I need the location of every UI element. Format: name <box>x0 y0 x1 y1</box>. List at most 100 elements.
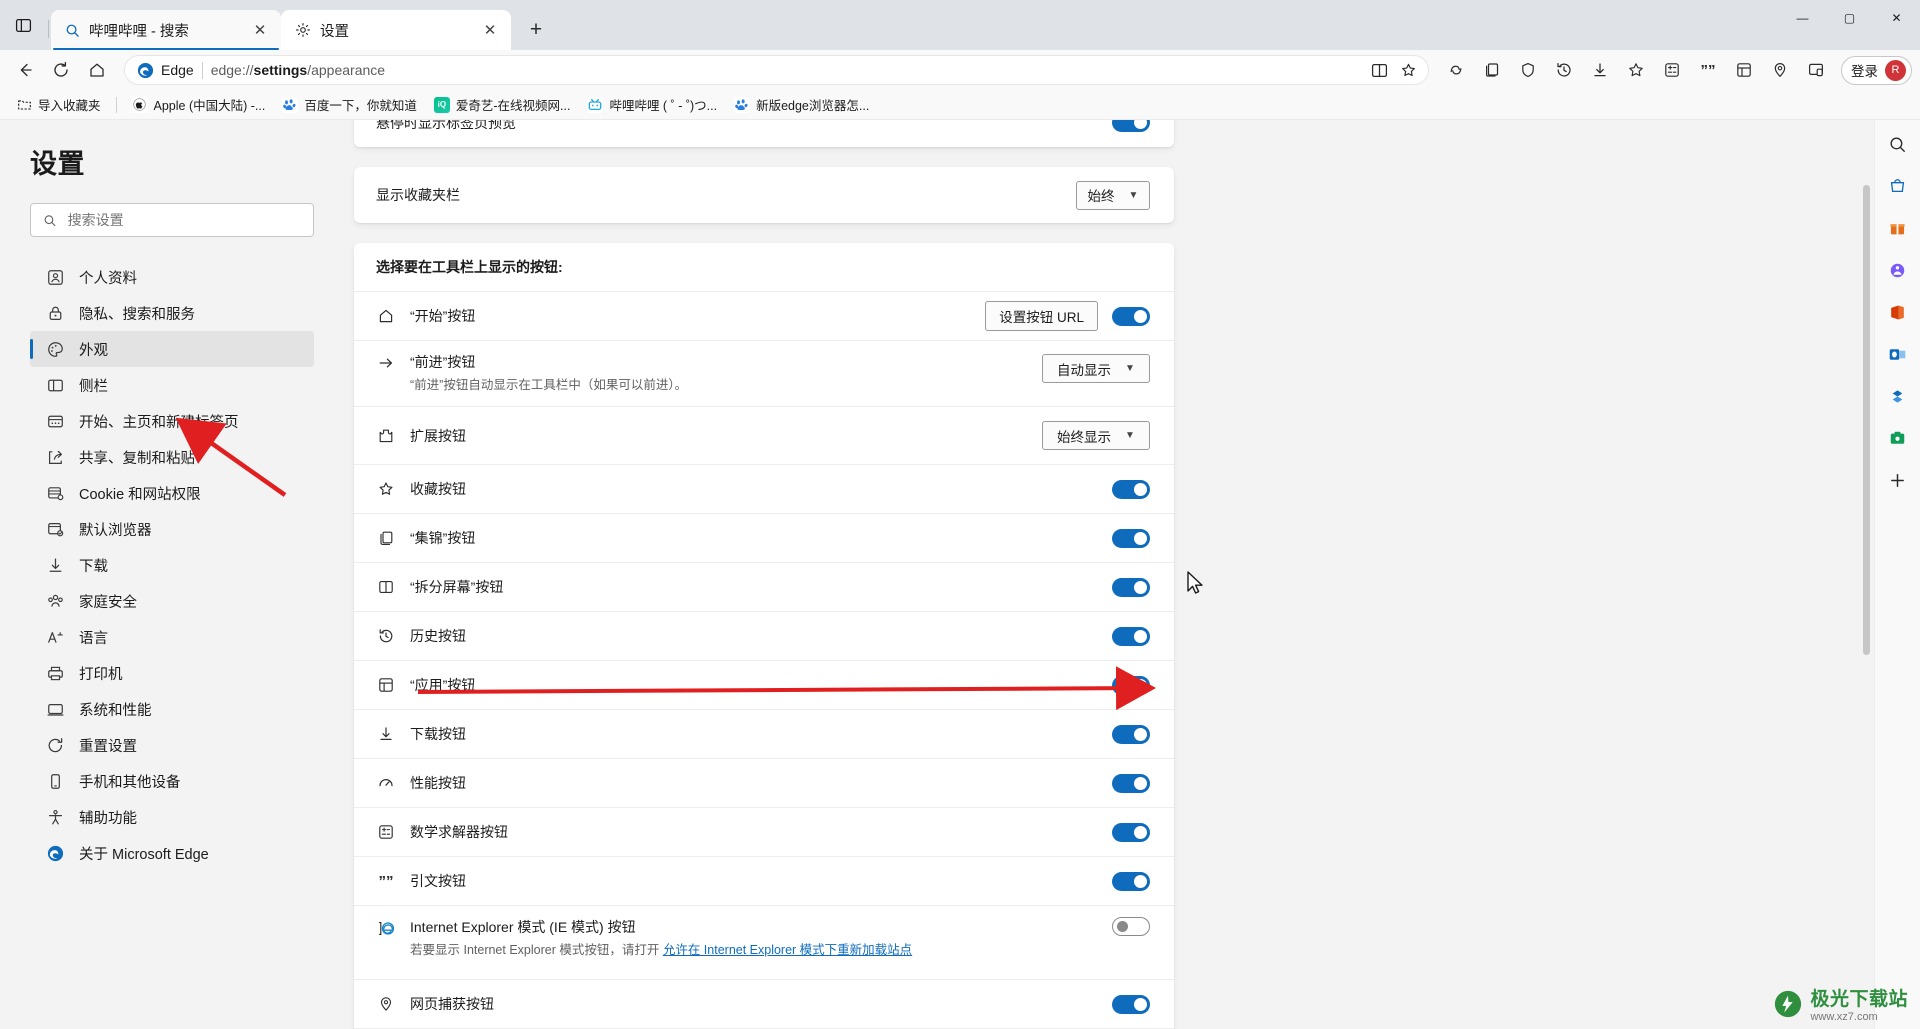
set-button-url-button[interactable]: 设置按钮 URL <box>985 301 1098 331</box>
games-icon[interactable] <box>1882 254 1914 286</box>
back-button[interactable] <box>8 53 42 87</box>
bookmark-import[interactable]: 导入收藏夹 <box>10 92 108 117</box>
dropbox-icon[interactable] <box>1882 380 1914 412</box>
sidebar-item-phone[interactable]: 手机和其他设备 <box>30 763 314 799</box>
sidebar-item-default-browser[interactable]: 默认浏览器 <box>30 511 314 547</box>
history-button[interactable] <box>1547 53 1581 87</box>
collections-button[interactable] <box>1475 53 1509 87</box>
row-apps-button[interactable]: “应用”按钮 <box>354 660 1174 709</box>
math-solver-button[interactable] <box>1655 53 1689 87</box>
copilot-button[interactable] <box>1439 53 1473 87</box>
bookmark-iqiyi[interactable]: iQ 爱奇艺-在线视频网... <box>427 92 578 117</box>
sidebar-item-sidebar[interactable]: 侧栏 <box>30 367 314 403</box>
sidebar-item-startup[interactable]: 开始、主页和新建标签页 <box>30 403 314 439</box>
downloads-button[interactable] <box>1583 53 1617 87</box>
sidebar-item-cookies[interactable]: Cookie 和网站权限 <box>30 475 314 511</box>
refresh-button[interactable] <box>44 53 78 87</box>
sidebar-item-about[interactable]: 关于 Microsoft Edge <box>30 835 314 871</box>
collections-icon <box>1486 63 1499 77</box>
apps-button[interactable] <box>1727 53 1761 87</box>
home-button[interactable] <box>80 53 114 87</box>
section-header-label: 选择要在工具栏上显示的按钮: <box>376 259 563 275</box>
sidebar-item-downloads[interactable]: 下载 <box>30 547 314 583</box>
row-collections-button[interactable]: “集锦”按钮 <box>354 513 1174 562</box>
row-forward-button[interactable]: “前进”按钮 “前进”按钮自动显示在工具栏中（如果可以前进）。 自动显示 ▼ <box>354 340 1174 406</box>
shopping-icon[interactable] <box>1882 170 1914 202</box>
ie-mode-link[interactable]: 允许在 Internet Explorer 模式下重新加载站点 <box>663 943 912 957</box>
toggle-history-button[interactable] <box>1112 626 1150 646</box>
row-favorites-bar[interactable]: 显示收藏夹栏 始终 ▼ <box>354 167 1174 223</box>
citations-button[interactable]: ”” <box>1691 53 1725 87</box>
row-tab-preview[interactable]: 悬停时显示标签页预览 <box>354 120 1174 147</box>
bookmark-edge-howto[interactable]: 新版edge浏览器怎... <box>727 92 876 117</box>
sidebar-item-privacy[interactable]: 隐私、搜索和服务 <box>30 295 314 331</box>
sidebar-item-profile[interactable]: 个人资料 <box>30 259 314 295</box>
tab-close-button[interactable]: ✕ <box>479 19 501 41</box>
toggle-performance-button[interactable] <box>1112 773 1150 793</box>
outlook-icon[interactable] <box>1882 338 1914 370</box>
tab-list-button[interactable] <box>0 0 46 50</box>
sidebar-item-accessibility[interactable]: 辅助功能 <box>30 799 314 835</box>
toggle-citations-button[interactable] <box>1112 871 1150 891</box>
sidebar-item-family-safety[interactable]: 家庭安全 <box>30 583 314 619</box>
toggle-tab-preview[interactable] <box>1112 120 1150 132</box>
bookmark-bilibili[interactable]: 哔哩哔哩 ( ˚ - ˚)つ... <box>580 92 724 117</box>
toggle-favorites-button[interactable] <box>1112 479 1150 499</box>
dropdown-extensions-button[interactable]: 始终显示 ▼ <box>1042 421 1150 450</box>
toggle-collections-button[interactable] <box>1112 528 1150 548</box>
sidebar-item-languages[interactable]: 语言 <box>30 619 314 655</box>
close-button[interactable]: ✕ <box>1873 0 1920 36</box>
office-icon[interactable] <box>1882 296 1914 328</box>
search-icon[interactable] <box>1882 128 1914 160</box>
sidebar-item-system[interactable]: 系统和性能 <box>30 691 314 727</box>
toggle-ie-mode-button[interactable] <box>1112 917 1150 936</box>
row-downloads-button[interactable]: 下载按钮 <box>354 709 1174 758</box>
dropdown-forward-button[interactable]: 自动显示 ▼ <box>1042 354 1150 383</box>
tab-bilibili-search[interactable]: 哔哩哔哩 - 搜索 ✕ <box>51 10 281 50</box>
row-math-solver-button[interactable]: 数学求解器按钮 <box>354 807 1174 856</box>
toggle-web-capture-button[interactable] <box>1112 994 1150 1014</box>
row-extensions-button[interactable]: 扩展按钮 始终显示 ▼ <box>354 406 1174 464</box>
gift-icon[interactable] <box>1882 212 1914 244</box>
sign-in-button[interactable]: 登录 R <box>1841 55 1912 85</box>
address-bar[interactable]: Edge edge://settings/appearance <box>124 55 1429 85</box>
maximize-button[interactable]: ▢ <box>1826 0 1873 36</box>
toggle-downloads-button[interactable] <box>1112 724 1150 744</box>
toggle-split-screen-button[interactable] <box>1112 577 1150 597</box>
row-ie-mode-button[interactable]: Internet Explorer 模式 (IE 模式) 按钮 若要显示 Int… <box>354 905 1174 979</box>
row-performance-button[interactable]: 性能按钮 <box>354 758 1174 807</box>
sidebar-item-printers[interactable]: 打印机 <box>30 655 314 691</box>
row-history-button[interactable]: 历史按钮 <box>354 611 1174 660</box>
screenshot-button[interactable] <box>1799 53 1833 87</box>
sidebar-item-appearance[interactable]: 外观 <box>30 331 314 367</box>
bookmark-baidu[interactable]: 百度一下，你就知道 <box>275 92 424 117</box>
minimize-button[interactable]: — <box>1779 0 1826 36</box>
row-home-button[interactable]: “开始”按钮 设置按钮 URL <box>354 291 1174 340</box>
row-favorites-button[interactable]: 收藏按钮 <box>354 464 1174 513</box>
bookmark-apple[interactable]: Apple (中国大陆) -... <box>125 92 273 117</box>
toggle-home-button[interactable] <box>1112 306 1150 326</box>
search-input[interactable] <box>67 212 301 228</box>
star-add-icon[interactable] <box>1395 57 1422 84</box>
split-screen-icon[interactable] <box>1366 57 1393 84</box>
web-capture-button[interactable] <box>1763 53 1797 87</box>
new-tab-button[interactable]: + <box>519 13 553 47</box>
tab-close-button[interactable]: ✕ <box>249 19 271 41</box>
add-icon[interactable] <box>1882 464 1914 496</box>
scrollbar-thumb[interactable] <box>1863 185 1870 655</box>
sidebar-item-share[interactable]: 共享、复制和粘贴 <box>30 439 314 475</box>
favorites-button[interactable] <box>1619 53 1653 87</box>
row-citations-button[interactable]: ”” 引文按钮 <box>354 856 1174 905</box>
toggle-math-solver-button[interactable] <box>1112 822 1150 842</box>
settings-search[interactable] <box>30 203 314 237</box>
dropdown-favorites-bar[interactable]: 始终 ▼ <box>1076 180 1150 210</box>
row-web-capture-button[interactable]: 网页捕获按钮 <box>354 979 1174 1028</box>
content-scrollbar[interactable] <box>1861 120 1872 1029</box>
sidebar-item-reset[interactable]: 重置设置 <box>30 727 314 763</box>
tab-settings[interactable]: 设置 ✕ <box>281 10 511 50</box>
browser-essentials-button[interactable] <box>1511 53 1545 87</box>
tools-icon[interactable] <box>1882 422 1914 454</box>
sidebar-item-label: 辅助功能 <box>79 810 137 827</box>
row-split-screen-button[interactable]: “拆分屏幕”按钮 <box>354 562 1174 611</box>
toggle-apps-button[interactable] <box>1112 675 1150 695</box>
